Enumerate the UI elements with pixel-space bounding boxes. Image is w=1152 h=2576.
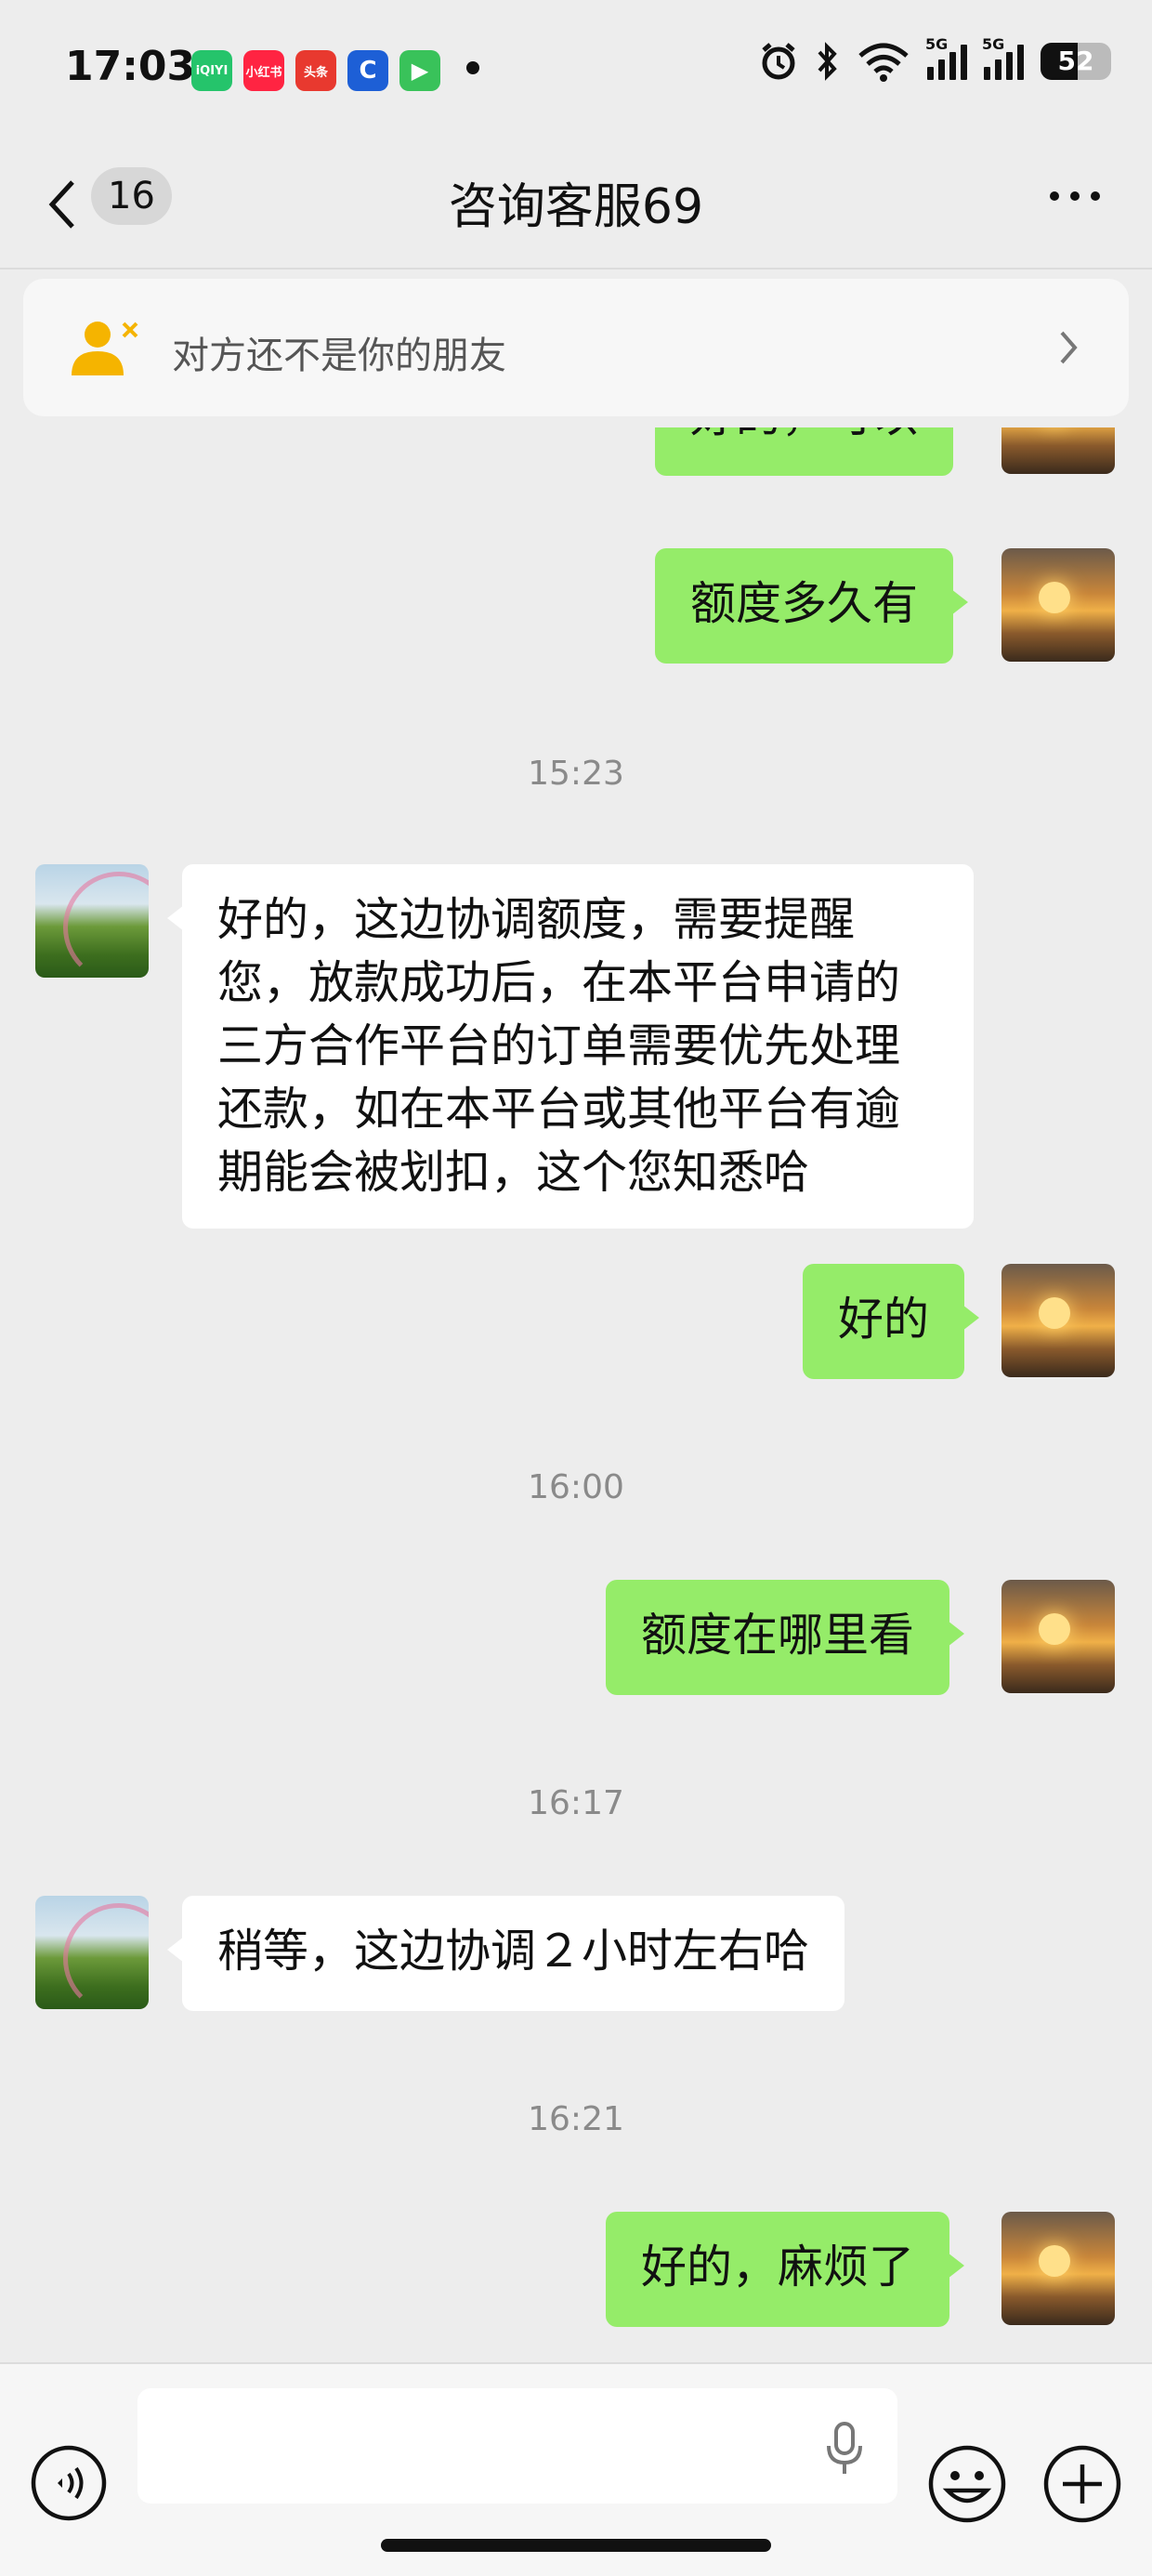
my-avatar[interactable] xyxy=(1001,1264,1115,1377)
more-dot-icon xyxy=(1050,191,1059,201)
network-type-label: 5G xyxy=(925,35,949,53)
battery-level: 52 xyxy=(1057,46,1094,76)
status-bar: 17:03 iQIYI 小红书 头条 C ▶ 5G 5G 52 xyxy=(0,0,1152,135)
more-dot-icon xyxy=(1070,191,1080,201)
not-friend-text: 对方还不是你的朋友 xyxy=(172,335,506,377)
battery-icon: 52 xyxy=(1041,43,1111,80)
my-avatar[interactable] xyxy=(1001,548,1115,662)
my-avatar[interactable] xyxy=(1001,427,1115,474)
not-friend-banner[interactable]: 对方还不是你的朋友 xyxy=(23,279,1129,416)
toutiao-app-icon: 头条 xyxy=(295,50,336,91)
my-avatar[interactable] xyxy=(1001,1580,1115,1693)
signal-5g-icon: 5G xyxy=(925,35,967,80)
add-more-icon[interactable] xyxy=(1042,2444,1122,2524)
signal-5g-icon-2: 5G xyxy=(982,35,1024,80)
microphone-icon[interactable] xyxy=(823,2420,866,2477)
home-indicator[interactable] xyxy=(381,2539,771,2552)
alarm-icon xyxy=(762,43,795,80)
message-input[interactable] xyxy=(137,2388,897,2504)
message-timestamp: 16:17 xyxy=(528,1784,624,1822)
contact-avatar[interactable] xyxy=(35,864,149,978)
unknown-app-icon: C xyxy=(347,50,388,91)
incoming-message[interactable]: 好的，这边协调额度，需要提醒您，放款成功后，在本平台申请的三方合作平台的订单需要… xyxy=(167,864,974,1229)
message-timestamp: 15:23 xyxy=(528,755,624,793)
my-avatar[interactable] xyxy=(1001,2212,1115,2325)
outgoing-message[interactable]: 好的 xyxy=(803,1264,980,1379)
emoji-icon[interactable] xyxy=(927,2444,1007,2524)
outgoing-message[interactable]: 额度多久有 xyxy=(655,548,969,664)
outgoing-message[interactable]: 好的，可以 xyxy=(655,427,954,476)
chevron-right-icon xyxy=(1060,331,1078,364)
bluetooth-icon xyxy=(818,42,837,81)
more-options-button[interactable] xyxy=(1050,191,1100,201)
contact-avatar[interactable] xyxy=(35,1896,149,2009)
status-indicators: 5G 5G 52 xyxy=(758,35,1111,82)
video-app-icon: ▶ xyxy=(399,50,440,91)
network-type-label-2: 5G xyxy=(982,35,1005,53)
voice-input-icon[interactable] xyxy=(30,2444,108,2522)
chat-title: 咨询客服69 xyxy=(448,179,704,235)
status-app-icons: iQIYI 小红书 头条 C ▶ xyxy=(191,50,440,91)
chat-header: 16 咨询客服69 xyxy=(0,139,1152,269)
outgoing-message[interactable]: 好的，麻烦了 xyxy=(606,2212,965,2327)
message-timestamp: 16:21 xyxy=(528,2100,624,2138)
outgoing-message[interactable]: 额度在哪里看 xyxy=(606,1580,965,1695)
iqiyi-app-icon: iQIYI xyxy=(191,50,232,91)
more-dot-icon xyxy=(1091,191,1100,201)
message-timestamp: 16:00 xyxy=(528,1468,624,1506)
add-contact-warning-icon xyxy=(72,322,138,375)
xiaohongshu-app-icon: 小红书 xyxy=(243,50,284,91)
status-time: 17:03 xyxy=(65,43,196,90)
wifi-icon xyxy=(858,43,909,82)
incoming-message[interactable]: 稍等，这边协调２小时左右哈 xyxy=(166,1896,845,2011)
message-list[interactable]: 好的，可以 额度多久有 15:23 好的，这边协调额度，需要提醒您，放款成功后，… xyxy=(0,427,1152,2360)
notification-dot-icon xyxy=(466,61,479,74)
